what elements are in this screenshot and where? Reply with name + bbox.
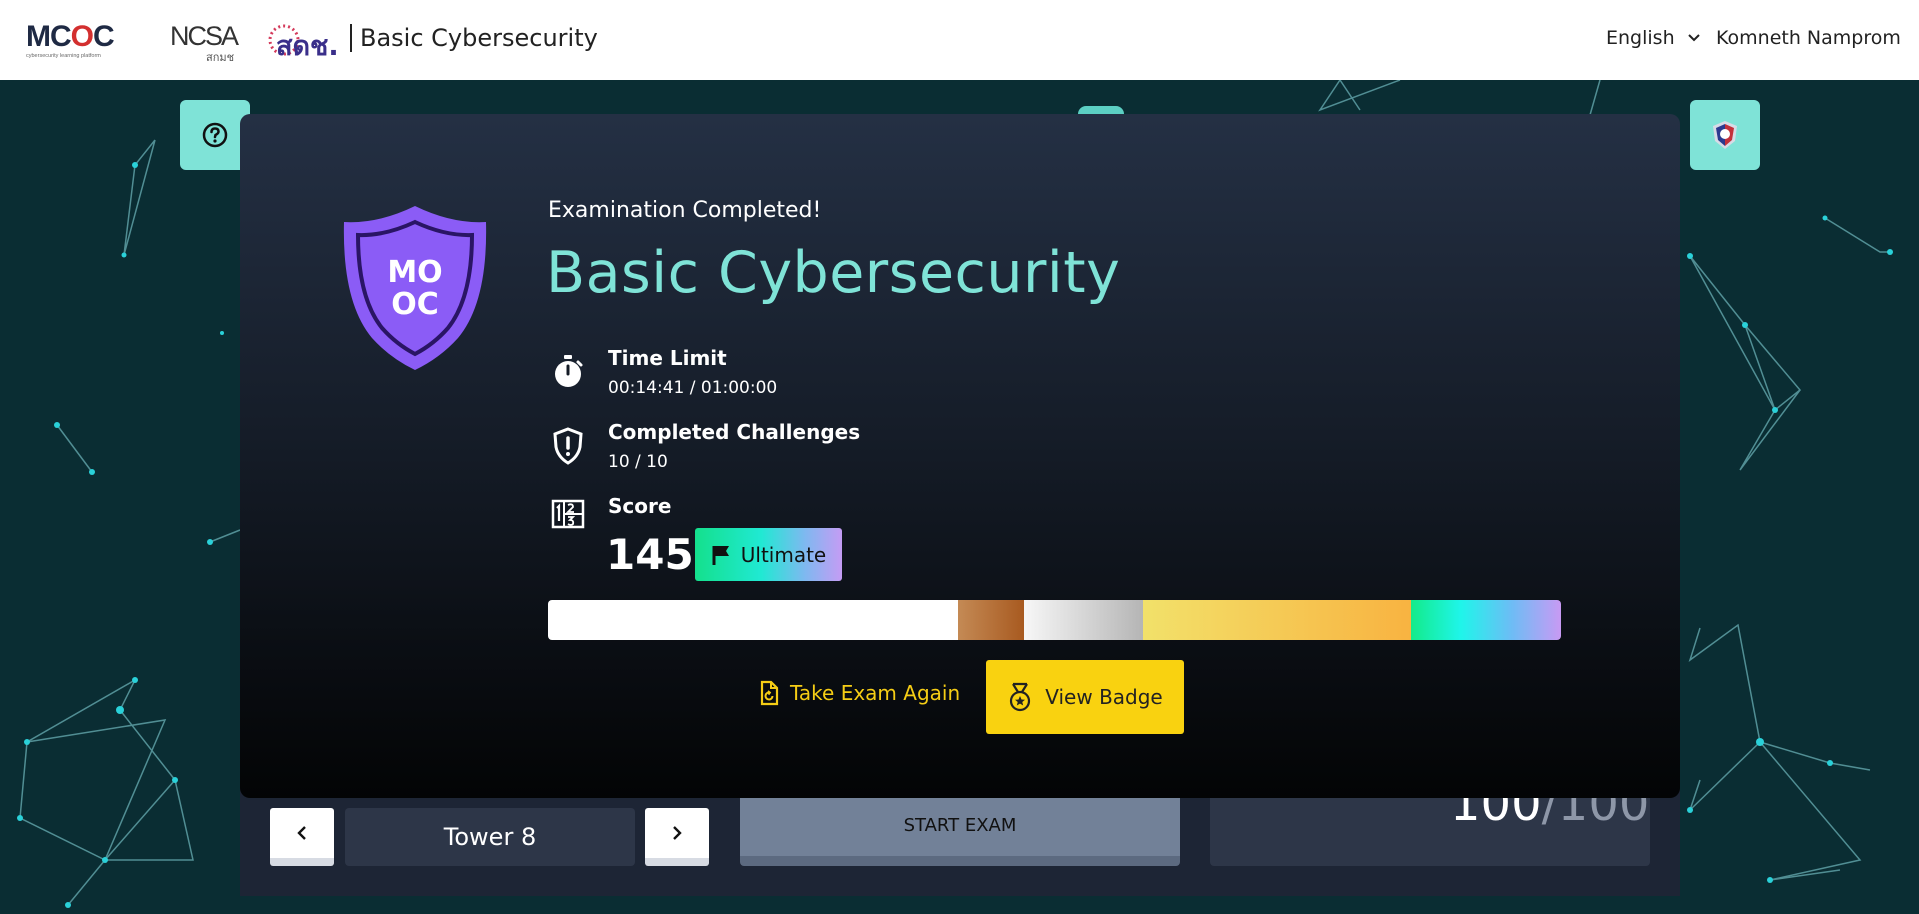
language-label: English <box>1606 27 1675 49</box>
exam-status-text: Examination Completed! <box>548 198 822 223</box>
score-row: Score <box>548 494 671 534</box>
badge-text-bottom: OC <box>391 287 439 322</box>
score-label: Score <box>608 494 672 518</box>
mooc-logo[interactable]: MCOC cybersecurity learning platform <box>26 20 136 60</box>
ncsa-logo: NCSA สกมช <box>170 21 239 64</box>
mooc-logo-tagline: cybersecurity learning platform <box>26 53 101 59</box>
challenges-value: 10 / 10 <box>608 452 668 472</box>
chevron-left-icon <box>297 826 306 840</box>
tier-badge: Ultimate <box>695 528 842 581</box>
file-rotate-icon <box>760 680 779 706</box>
tier-segment-base <box>548 600 958 640</box>
time-limit-row: Time Limit 00:14:41 / 01:00:00 <box>548 346 777 398</box>
start-exam-button[interactable]: START EXAM <box>740 786 1180 866</box>
badge-text-top: MO <box>387 255 442 290</box>
tower-score-box: 100/100 <box>1210 786 1650 866</box>
title-divider <box>350 24 352 52</box>
tier-progress-bar <box>548 600 1561 640</box>
page-title-text: Basic Cybersecurity <box>360 24 598 52</box>
shield-button[interactable] <box>1690 100 1760 170</box>
page-title: Basic Cybersecurity <box>350 24 598 52</box>
ncsa-logo-text: NCSA <box>170 21 239 51</box>
challenges-row: Completed Challenges 10 / 10 <box>548 420 860 472</box>
shield-exclamation-icon <box>548 426 588 466</box>
shield-icon <box>1713 121 1737 149</box>
tier-segment-gold <box>1143 600 1411 640</box>
stopwatch-icon <box>548 352 588 392</box>
flag-icon <box>712 545 729 565</box>
tier-segment-bronze <box>958 600 1024 640</box>
mooc-logo-text: MCOC <box>26 20 115 53</box>
score-value: 145 <box>606 530 694 579</box>
top-header: MCOC cybersecurity learning platform NCS… <box>0 0 1919 80</box>
course-title: Basic Cybersecurity <box>546 240 1121 306</box>
question-circle-icon <box>202 122 228 148</box>
tier-segment-silver <box>1024 600 1143 640</box>
next-tower-button[interactable] <box>645 808 709 866</box>
time-limit-label: Time Limit <box>608 346 727 370</box>
chevron-right-icon <box>673 826 682 840</box>
time-limit-value: 00:14:41 / 01:00:00 <box>608 378 778 398</box>
ncsa-logo-sub: สกมช <box>206 52 235 64</box>
challenges-label: Completed Challenges <box>608 420 861 444</box>
language-selector[interactable]: English <box>1606 27 1701 49</box>
previous-tower-button[interactable] <box>270 808 334 866</box>
medal-icon <box>1010 682 1031 712</box>
mooc-badge-shield-icon: MO OC <box>343 206 487 370</box>
thai-agency-logo: สดช. <box>266 18 339 62</box>
tier-segment-ultimate <box>1411 600 1561 640</box>
view-badge-label: View Badge <box>1045 685 1163 709</box>
tier-label: Ultimate <box>740 542 827 567</box>
tower-label: Tower 8 <box>345 808 635 866</box>
chevron-down-icon <box>1687 34 1700 42</box>
take-exam-again-button[interactable]: Take Exam Again <box>758 680 960 706</box>
view-badge-button[interactable]: View Badge <box>986 660 1184 734</box>
number-grid-icon <box>548 494 588 534</box>
user-menu[interactable]: Komneth Namprom <box>1716 27 1901 49</box>
take-exam-again-label: Take Exam Again <box>790 681 961 705</box>
thai-agency-logo-text: สดช. <box>276 31 339 62</box>
